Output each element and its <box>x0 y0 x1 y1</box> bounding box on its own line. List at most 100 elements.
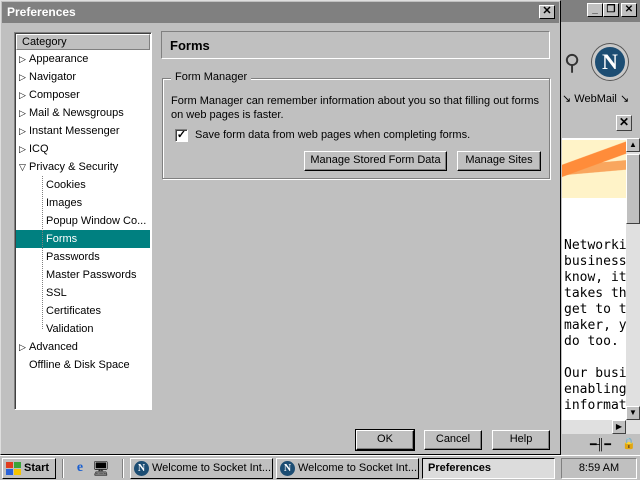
webmail-link[interactable]: ↘ WebMail ↘ <box>562 92 629 105</box>
tree-item[interactable]: Offline & Disk Space <box>19 356 130 374</box>
scroll-down-icon[interactable]: ▼ <box>626 406 640 420</box>
arrow-icon: ↘ <box>562 93 572 105</box>
tree-item-label: Validation <box>46 323 94 335</box>
scroll-thumb[interactable] <box>626 154 640 224</box>
tree-item[interactable]: ▷ Appearance <box>19 50 88 68</box>
start-label: Start <box>24 462 50 474</box>
collapse-icon[interactable]: ▽ <box>19 158 29 176</box>
expand-icon[interactable]: ▷ <box>19 338 29 356</box>
internet-explorer-icon[interactable]: e <box>71 459 89 477</box>
preferences-dialog: Preferences ✕ Category ▷ Appearance ▷ Navig… <box>0 0 561 455</box>
tree-item[interactable]: Master Passwords <box>46 266 136 284</box>
tree-connector <box>42 176 43 329</box>
banner-image <box>562 140 626 198</box>
browser-window: _ ❐ ✕ ⚲ N ↘ WebMail ↘ ✕ Networkinbusines… <box>558 0 640 455</box>
tree-item-label: ICQ <box>29 143 49 155</box>
expand-icon[interactable]: ▷ <box>19 140 29 158</box>
throbber-icon: ⚲ <box>564 50 581 75</box>
tree-item[interactable]: Certificates <box>46 302 101 320</box>
taskbar-divider <box>122 459 124 478</box>
ok-button[interactable]: OK <box>355 429 415 451</box>
article-line: business. <box>564 254 626 269</box>
browser-titlebar: _ ❐ ✕ <box>558 0 640 22</box>
horizontal-scrollbar[interactable]: ▶ <box>562 420 640 434</box>
form-manager-group: Form Manager Form Manager can remember i… <box>162 71 550 179</box>
tree-item-label: Privacy & Security <box>29 161 119 173</box>
tree-item-label: Images <box>46 197 83 209</box>
taskbar-button-label: Welcome to Socket Int... <box>152 462 272 474</box>
tree-item[interactable]: Images <box>46 194 82 212</box>
lock-icon[interactable]: 🔒 <box>622 437 636 450</box>
netscape-icon: N <box>280 461 295 476</box>
tree-item[interactable]: SSL <box>46 284 67 302</box>
article-line: informatio <box>564 398 626 413</box>
tree-item-label: Mail & Newsgroups <box>29 107 124 119</box>
expand-icon[interactable]: ▷ <box>19 68 29 86</box>
dialog-title: Preferences <box>7 5 76 19</box>
dialog-titlebar[interactable]: Preferences ✕ <box>2 2 559 23</box>
tree-item[interactable]: ▽ Privacy & Security <box>19 158 118 176</box>
tree-item-label: Forms <box>46 233 78 245</box>
tree-item[interactable]: ▷ Navigator <box>19 68 76 86</box>
tree-item-label: SSL <box>46 287 67 299</box>
expand-icon[interactable]: ▷ <box>19 86 29 104</box>
group-label: Form Manager <box>171 71 252 83</box>
scroll-right-icon[interactable]: ▶ <box>612 420 626 434</box>
tree-item-label: Offline & Disk Space <box>29 359 130 371</box>
tree-item[interactable]: ▷ Composer <box>19 86 80 104</box>
category-tree[interactable]: Category ▷ Appearance ▷ Navigator ▷ Composer ▷… <box>14 32 152 410</box>
expand-icon[interactable]: ▷ <box>19 50 29 68</box>
taskbar-button-label: Welcome to Socket Int... <box>298 462 418 474</box>
arrow-icon: ↘ <box>619 93 630 105</box>
tree-item[interactable]: ▷ Advanced <box>19 338 78 356</box>
save-form-data-checkbox[interactable]: ✓ <box>175 129 188 142</box>
close-icon[interactable]: ✕ <box>621 3 637 17</box>
manage-sites-button[interactable]: Manage Sites <box>457 151 541 171</box>
article-line: enabling <box>564 382 626 397</box>
netscape-icon: N <box>134 461 149 476</box>
tree-item[interactable]: ▷ Mail & Newsgroups <box>19 104 124 122</box>
taskbar-button[interactable]: N Welcome to Socket Int... <box>276 458 419 479</box>
cancel-button[interactable]: Cancel <box>424 430 482 450</box>
tree-item-label: Cookies <box>46 179 86 191</box>
start-button[interactable]: Start <box>2 458 56 479</box>
tree-item-label: Navigator <box>29 71 77 83</box>
tree-item[interactable]: ▷ Instant Messenger <box>19 122 120 140</box>
save-form-data-label[interactable]: Save form data from web pages when compl… <box>195 129 470 141</box>
taskbar: Start e 🖥 N Welcome to Socket Int... N W… <box>0 455 640 480</box>
page-title: Forms <box>170 38 210 53</box>
taskbar-divider <box>62 459 64 478</box>
tree-item-label: Composer <box>29 89 80 101</box>
tree-item[interactable]: Validation <box>46 320 94 338</box>
help-button[interactable]: Help <box>492 430 550 450</box>
category-header[interactable]: Category <box>16 34 150 50</box>
tree-item[interactable]: Popup Window Co... <box>46 212 146 230</box>
restore-icon[interactable]: ❐ <box>603 3 619 17</box>
netscape-logo-icon[interactable]: N <box>592 44 628 80</box>
expand-icon[interactable]: ▷ <box>19 104 29 122</box>
panel-header: Forms <box>161 31 550 59</box>
tree-item-label: Certificates <box>46 305 102 317</box>
tree-item-label: Advanced <box>29 341 78 353</box>
vertical-scrollbar[interactable]: ▲ ▼ <box>626 138 640 420</box>
article-text: Networkinbusiness.know, it'stakes theget… <box>564 238 626 414</box>
tree-item[interactable]: ▷ ICQ <box>19 140 49 158</box>
minimize-icon[interactable]: _ <box>587 3 603 17</box>
manage-stored-form-data-button[interactable]: Manage Stored Form Data <box>304 151 447 171</box>
show-desktop-icon[interactable]: 🖥 <box>92 459 110 477</box>
tree-item[interactable]: Cookies <box>46 176 86 194</box>
close-tab-icon[interactable]: ✕ <box>616 115 632 131</box>
tree-item-selected[interactable]: Forms <box>16 230 150 248</box>
expand-icon[interactable]: ▷ <box>19 122 29 140</box>
clock[interactable]: 8:59 AM <box>579 462 619 474</box>
taskbar-button[interactable]: N Welcome to Socket Int... <box>130 458 273 479</box>
browser-status-bar: ━╢━ 🔒 <box>558 436 640 454</box>
connection-icon: ━╢━ <box>590 439 612 451</box>
article-line: get to th <box>564 302 626 317</box>
scroll-up-icon[interactable]: ▲ <box>626 138 640 152</box>
article-line: takes the <box>564 286 626 301</box>
taskbar-button-active[interactable]: Preferences <box>422 458 555 479</box>
close-icon[interactable]: ✕ <box>539 5 555 19</box>
taskbar-button-label: Preferences <box>428 462 491 474</box>
tree-item[interactable]: Passwords <box>46 248 100 266</box>
